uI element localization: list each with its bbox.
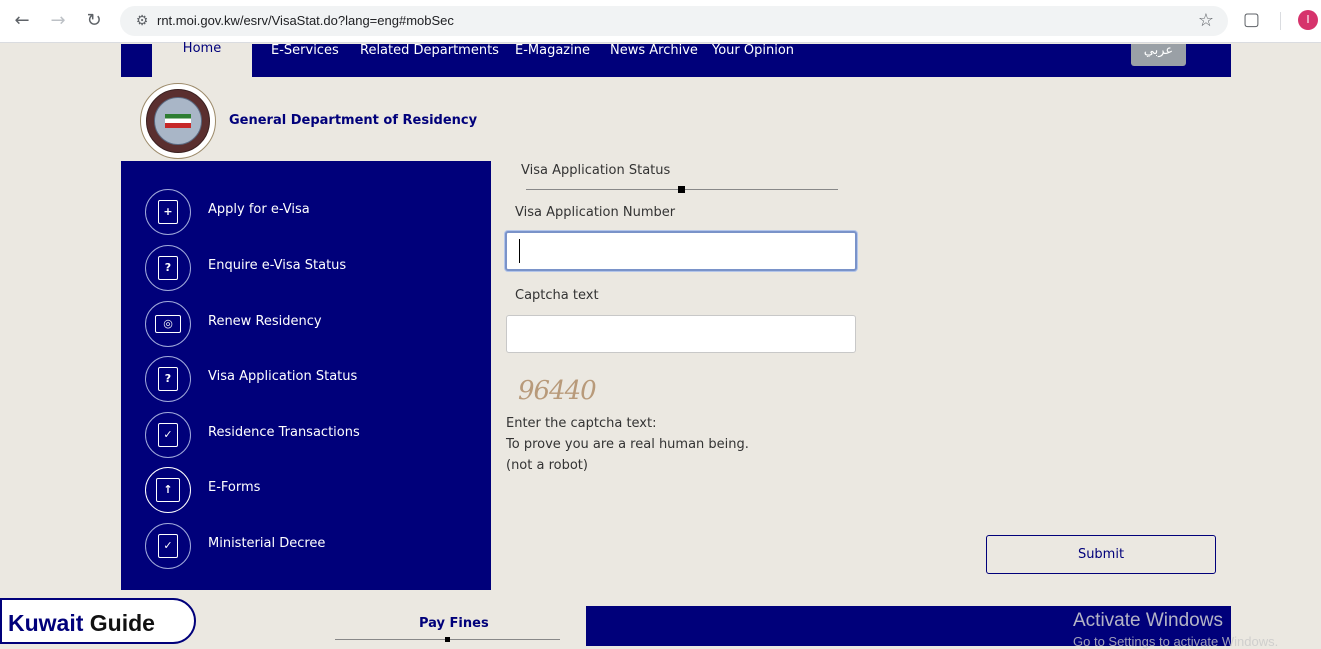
sidebar-item-visa-application-status[interactable]: ? Visa Application Status xyxy=(121,356,491,406)
sidebar-item-e-forms[interactable]: ↑ E-Forms xyxy=(121,467,491,517)
url-text[interactable]: rnt.moi.gov.kw/esrv/VisaStat.do?lang=eng… xyxy=(157,13,454,28)
toolbar-divider xyxy=(1280,12,1281,30)
sidebar-item-renew-residency[interactable]: ◎ Renew Residency xyxy=(121,301,491,351)
reload-icon[interactable]: ↻ xyxy=(82,9,106,33)
pay-fines-divider-marker xyxy=(445,637,450,642)
nav-e-magazine[interactable]: E-Magazine xyxy=(515,43,590,58)
site-info-icon[interactable]: ⚙ xyxy=(132,11,152,31)
nav-your-opinion[interactable]: Your Opinion xyxy=(712,43,794,58)
section-divider-marker xyxy=(678,186,685,193)
nav-e-services[interactable]: E-Services xyxy=(271,43,339,58)
apply-visa-icon: + xyxy=(145,189,191,235)
check-document-icon: ✓ xyxy=(145,412,191,458)
nav-news-archive[interactable]: News Archive xyxy=(610,43,698,58)
pay-fines-link[interactable]: Pay Fines xyxy=(419,616,489,631)
sidebar-item-ministerial-decree[interactable]: ✓ Ministerial Decree xyxy=(121,523,491,573)
submit-button[interactable]: Submit xyxy=(986,535,1216,574)
sidebar-item-label: Residence Transactions xyxy=(208,425,360,440)
section-title: Visa Application Status xyxy=(521,163,671,178)
top-navigation: Home E-Services Related Departments E-Ma… xyxy=(121,42,1231,77)
ministry-logo xyxy=(140,83,216,159)
captcha-label: Captcha text xyxy=(515,288,599,303)
sidebar-item-label: Visa Application Status xyxy=(208,369,358,384)
text-caret xyxy=(519,239,520,263)
question-document-icon: ? xyxy=(145,356,191,402)
back-icon[interactable]: ← xyxy=(10,9,34,33)
captcha-hint: Enter the captcha text: xyxy=(506,416,657,431)
nav-related-departments[interactable]: Related Departments xyxy=(360,43,499,58)
check-document-icon: ✓ xyxy=(145,523,191,569)
profile-avatar[interactable]: I xyxy=(1298,10,1318,30)
extensions-icon[interactable]: ▢ xyxy=(1243,9,1260,30)
captcha-input[interactable] xyxy=(506,315,856,353)
bookmark-star-icon[interactable]: ☆ xyxy=(1198,10,1214,31)
windows-activation-subtext: Go to Settings to activate Windows. xyxy=(1073,634,1279,649)
sidebar-item-label: Ministerial Decree xyxy=(208,536,326,551)
browser-toolbar: ← → ↻ ⚙ rnt.moi.gov.kw/esrv/VisaStat.do?… xyxy=(0,0,1321,43)
sidebar-item-label: Renew Residency xyxy=(208,314,322,329)
arabic-language-button[interactable]: عربي xyxy=(1131,44,1186,66)
nav-home[interactable]: Home xyxy=(152,42,252,77)
sidebar-item-enquire-e-visa[interactable]: ? Enquire e-Visa Status xyxy=(121,245,491,295)
sidebar-item-apply-e-visa[interactable]: + Apply for e-Visa xyxy=(121,189,491,239)
site-title: General Department of Residency xyxy=(229,113,478,128)
captcha-image: 96440 xyxy=(518,376,597,406)
application-number-label: Visa Application Number xyxy=(515,205,676,220)
application-number-input[interactable] xyxy=(505,231,857,271)
captcha-hint: To prove you are a real human being. xyxy=(506,437,749,452)
sidebar-menu: + Apply for e-Visa ? Enquire e-Visa Stat… xyxy=(121,161,491,590)
forward-icon[interactable]: → xyxy=(46,9,70,33)
sidebar-item-label: E-Forms xyxy=(208,480,261,495)
sidebar-item-label: Apply for e-Visa xyxy=(208,202,310,217)
sidebar-item-residence-transactions[interactable]: ✓ Residence Transactions xyxy=(121,412,491,462)
address-bar[interactable]: ⚙ rnt.moi.gov.kw/esrv/VisaStat.do?lang=e… xyxy=(120,6,1228,36)
captcha-hint: (not a robot) xyxy=(506,458,588,473)
sidebar-item-label: Enquire e-Visa Status xyxy=(208,258,347,273)
kuwait-guide-logo: Kuwait Guide xyxy=(0,598,196,644)
e-forms-icon: ↑ xyxy=(145,467,191,513)
windows-activation-watermark: Activate Windows xyxy=(1073,610,1223,631)
question-document-icon: ? xyxy=(145,245,191,291)
renew-card-icon: ◎ xyxy=(145,301,191,347)
